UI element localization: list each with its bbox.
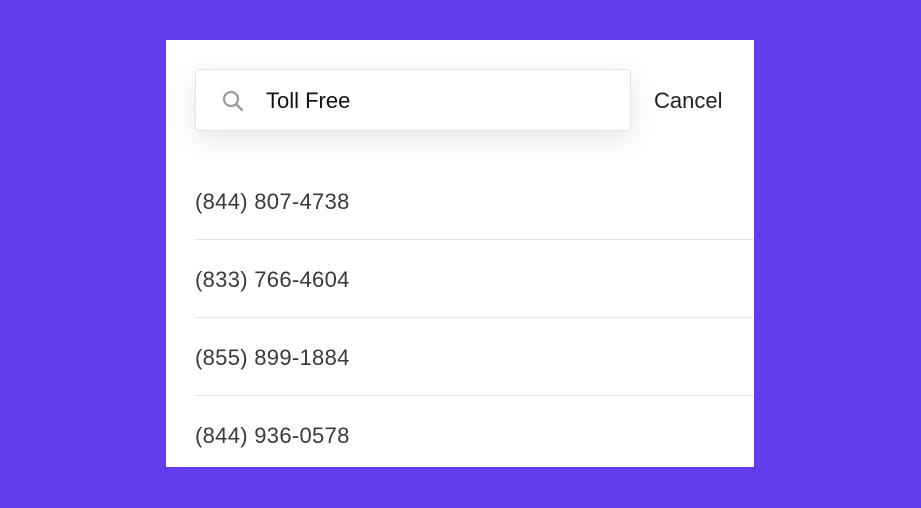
phone-number: (844) 936-0578 bbox=[195, 423, 350, 448]
list-item[interactable]: (855) 899-1884 bbox=[195, 318, 754, 396]
search-icon bbox=[221, 89, 245, 113]
search-box[interactable] bbox=[195, 69, 631, 131]
phone-number: (844) 807-4738 bbox=[195, 189, 350, 214]
number-search-panel: Cancel (844) 807-4738 (833) 766-4604 (85… bbox=[166, 40, 754, 467]
phone-number: (833) 766-4604 bbox=[195, 267, 350, 292]
phone-number: (855) 899-1884 bbox=[195, 345, 350, 370]
list-item[interactable]: (844) 807-4738 bbox=[195, 162, 754, 240]
results-list: (844) 807-4738 (833) 766-4604 (855) 899-… bbox=[195, 162, 754, 467]
cancel-button[interactable]: Cancel bbox=[654, 87, 722, 115]
list-item[interactable]: (844) 936-0578 bbox=[195, 396, 754, 467]
search-input[interactable] bbox=[266, 85, 606, 117]
list-item[interactable]: (833) 766-4604 bbox=[195, 240, 754, 318]
